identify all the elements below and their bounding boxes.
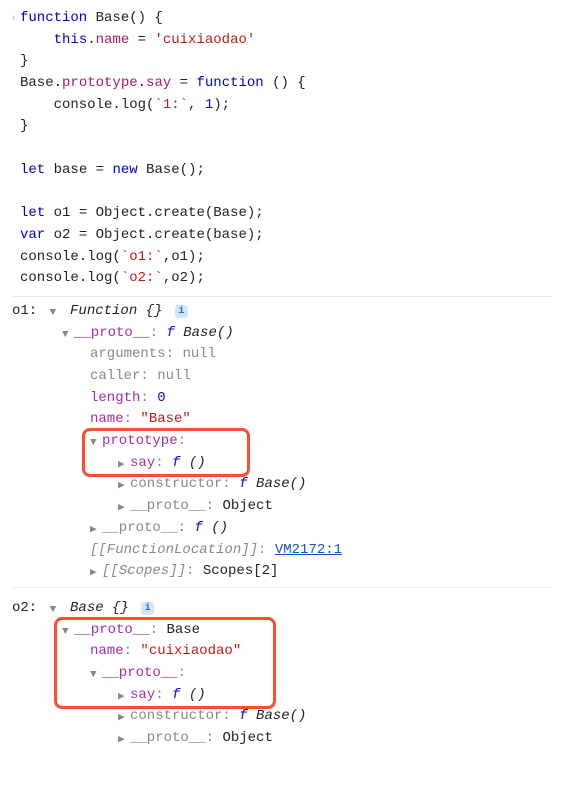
console-output-o2: o2: Base {} i __proto__: Base name: "cui… — [12, 594, 551, 750]
proto-row[interactable]: __proto__: f Base() — [12, 323, 551, 345]
expand-arrow-icon[interactable] — [62, 327, 72, 344]
expand-arrow-icon[interactable] — [118, 478, 128, 495]
constructor-row[interactable]: constructor: f Base() — [12, 706, 551, 728]
info-icon[interactable]: i — [141, 602, 154, 615]
expand-arrow-icon[interactable] — [118, 500, 128, 517]
proto-deep-row[interactable]: __proto__: Object — [12, 728, 551, 750]
say-row[interactable]: say: f () — [12, 685, 551, 707]
expand-arrow-icon[interactable] — [118, 457, 128, 474]
object-header[interactable]: Base {} — [70, 600, 129, 616]
console-prompt-icon: › — [10, 11, 17, 28]
log-label-o2: o2: — [12, 600, 46, 616]
expand-arrow-icon[interactable] — [50, 602, 60, 619]
expand-arrow-icon[interactable] — [50, 305, 60, 322]
expand-arrow-icon[interactable] — [90, 435, 100, 452]
caller-row[interactable]: caller: null — [12, 366, 551, 388]
proto2-row[interactable]: __proto__: f () — [12, 518, 551, 540]
say-row[interactable]: say: f () — [12, 453, 551, 475]
devtools-console: › function Base() { this.name = 'cuixiao… — [12, 8, 551, 750]
info-icon[interactable]: i — [175, 305, 188, 318]
expand-arrow-icon[interactable] — [118, 732, 128, 749]
scopes-row[interactable]: [[Scopes]]: Scopes[2] — [12, 561, 551, 583]
proto-inner-row[interactable]: __proto__: Object — [12, 496, 551, 518]
expand-arrow-icon[interactable] — [90, 522, 100, 539]
name-row[interactable]: name: "Base" — [12, 409, 551, 431]
proto-row[interactable]: __proto__: Base — [12, 620, 551, 642]
proto-inner-row[interactable]: __proto__: — [12, 663, 551, 685]
log-label-o1: o1: — [12, 303, 46, 319]
object-header[interactable]: Function {} — [70, 303, 162, 319]
expand-arrow-icon[interactable] — [90, 565, 100, 582]
length-row[interactable]: length: 0 — [12, 388, 551, 410]
arguments-row[interactable]: arguments: null — [12, 344, 551, 366]
source-code: function Base() { this.name = 'cuixiaoda… — [20, 8, 551, 290]
expand-arrow-icon[interactable] — [90, 667, 100, 684]
expand-arrow-icon[interactable] — [118, 710, 128, 727]
console-output-o1: o1: Function {} i __proto__: f Base() ar… — [12, 296, 551, 583]
function-location-row[interactable]: [[FunctionLocation]]: VM2172:1 — [12, 540, 551, 562]
constructor-row[interactable]: constructor: f Base() — [12, 474, 551, 496]
name-row[interactable]: name: "cuixiaodao" — [12, 641, 551, 663]
expand-arrow-icon[interactable] — [62, 624, 72, 641]
prototype-row[interactable]: prototype: — [12, 431, 551, 453]
expand-arrow-icon[interactable] — [118, 689, 128, 706]
